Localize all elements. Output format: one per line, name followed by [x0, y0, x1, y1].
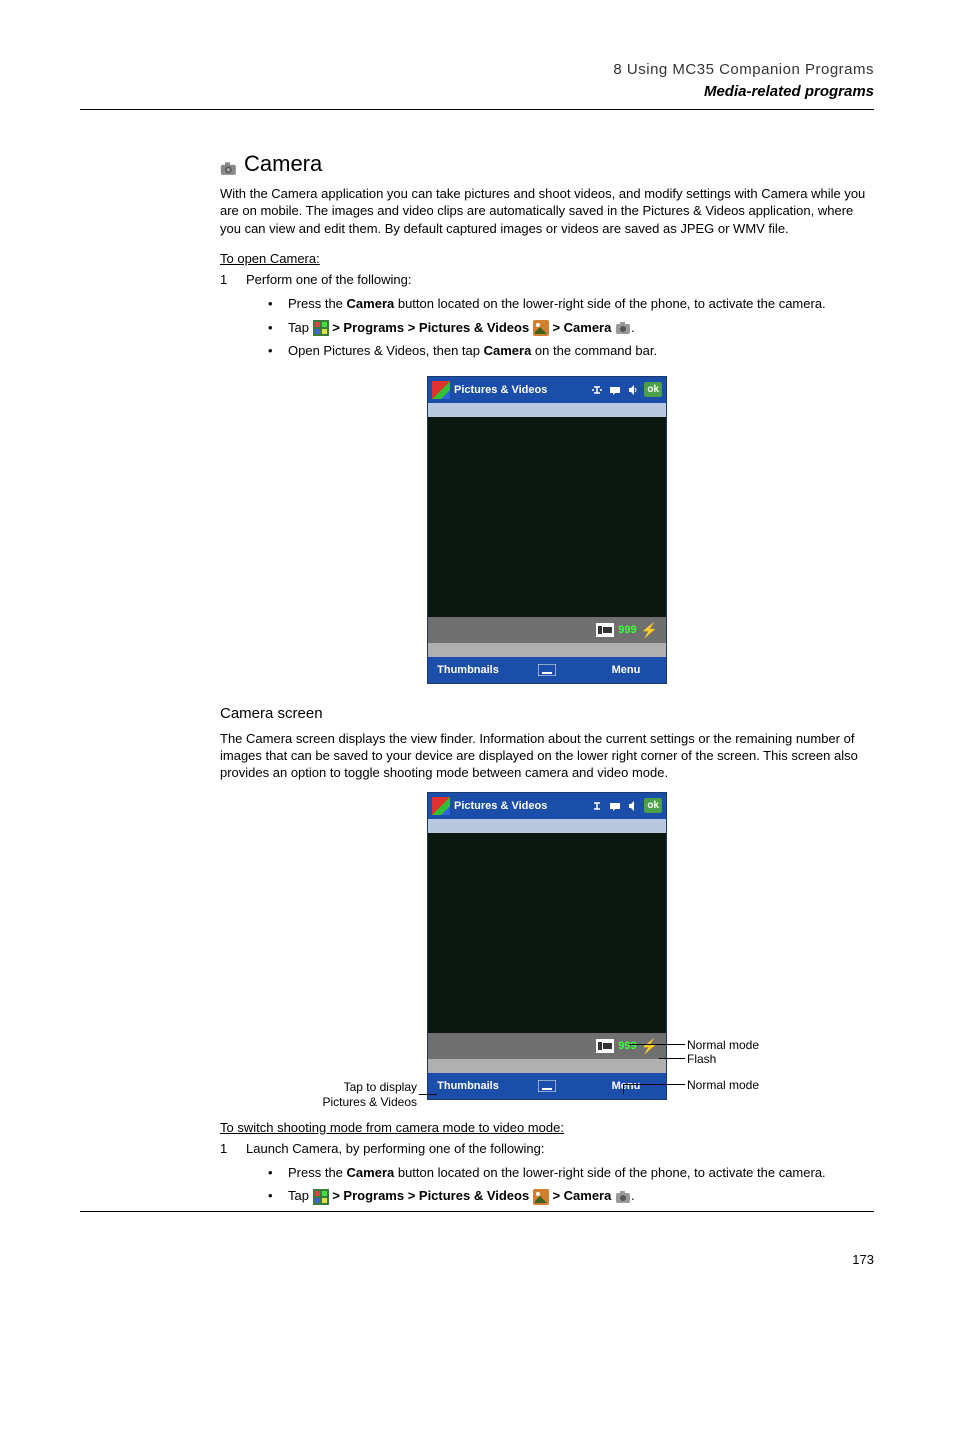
page-header: 8 Using MC35 Companion Programs Media-re… [80, 60, 874, 101]
footer-rule [80, 1211, 874, 1212]
screenshot-1-wrap: Pictures & Videos ok 999 ⚡ [220, 376, 874, 684]
mode-indicator-icon [596, 623, 614, 637]
open-camera-label: To open Camera: [220, 251, 874, 268]
main-content: Camera With the Camera application you c… [220, 150, 874, 1205]
keyboard-icon [508, 663, 586, 677]
bullet-open-pictures: Open Pictures & Videos, then tap Camera … [268, 342, 874, 360]
remaining-count: 999 [618, 623, 636, 637]
ok-button: ok [644, 382, 662, 397]
step-number: 1 [220, 272, 246, 289]
ss2-title: Pictures & Videos [454, 799, 547, 813]
ann-flash: Flash [687, 1052, 716, 1068]
remaining-count: 999 [618, 1039, 636, 1053]
camera-small-icon [615, 1189, 631, 1205]
camera-icon [220, 156, 240, 172]
start-flag-icon [313, 320, 329, 336]
start-icon [432, 797, 450, 815]
ss2-menubar: Thumbnails Menu [428, 1073, 666, 1099]
pictures-videos-icon [533, 320, 549, 336]
switch-mode-label: To switch shooting mode from camera mode… [220, 1120, 874, 1137]
step-number: 1 [220, 1141, 246, 1158]
mode-indicator-icon [596, 1039, 614, 1053]
connectivity-icon [590, 799, 604, 813]
bullet-switch-tap: Tap > Programs > Pictures & Videos > Cam… [268, 1187, 874, 1205]
switch-bullets: Press the Camera button located on the l… [268, 1164, 874, 1205]
bullet-tap-programs: Tap > Programs > Pictures & Videos > Cam… [268, 319, 874, 337]
ss2-titlebar: Pictures & Videos ok [428, 793, 666, 819]
start-flag-icon [313, 1189, 329, 1205]
ann-line-normal [629, 1044, 685, 1045]
keyboard-icon [508, 1079, 586, 1093]
bullet-switch-press: Press the Camera button located on the l… [268, 1164, 874, 1182]
message-icon [608, 799, 622, 813]
ss1-gap [428, 643, 666, 657]
volume-icon [626, 799, 640, 813]
ann-line-flash [659, 1058, 685, 1059]
ann-normal-mode-2: Normal mode [687, 1078, 759, 1094]
step-text: Perform one of the following: [246, 272, 411, 287]
ss1-titlebar: Pictures & Videos ok [428, 377, 666, 403]
bullet-press-camera: Press the Camera button located on the l… [268, 295, 874, 313]
thumbnails-button: Thumbnails [428, 1079, 508, 1093]
start-icon [432, 381, 450, 399]
ss2-viewfinder [428, 833, 666, 1033]
camera-heading-text: Camera [244, 150, 322, 179]
chapter-title: 8 Using MC35 Companion Programs [80, 60, 874, 80]
ss2-toolbar [428, 819, 666, 833]
step-1-open: 1Perform one of the following: [220, 272, 874, 289]
section-title: Media-related programs [80, 82, 874, 102]
ann-line-left [419, 1094, 437, 1095]
ss1-toolbar [428, 403, 666, 417]
menu-button: Menu [586, 1079, 666, 1093]
ss1-title: Pictures & Videos [454, 383, 547, 397]
page-number: 173 [80, 1252, 874, 1269]
camera-heading: Camera [220, 150, 874, 179]
menu-button: Menu [586, 663, 666, 677]
flash-icon: ⚡ [641, 1037, 658, 1055]
ss2-statusbar: 999 ⚡ [428, 1033, 666, 1059]
ss1-menubar: Thumbnails Menu [428, 657, 666, 683]
camera-screenshot-1: Pictures & Videos ok 999 ⚡ [427, 376, 667, 684]
thumbnails-button: Thumbnails [428, 663, 508, 677]
camera-small-icon [615, 320, 631, 336]
open-bullets: Press the Camera button located on the l… [268, 295, 874, 360]
ann-tap-display: Tap to display Pictures & Videos [297, 1080, 417, 1111]
volume-icon [626, 383, 640, 397]
camera-screen-paragraph: The Camera screen displays the view find… [220, 731, 874, 782]
camera-screen-subheading: Camera screen [220, 704, 874, 724]
ok-button: ok [644, 798, 662, 813]
pictures-videos-icon [533, 1189, 549, 1205]
ss1-viewfinder [428, 417, 666, 617]
step-text: Launch Camera, by performing one of the … [246, 1141, 544, 1156]
connectivity-icon [590, 383, 604, 397]
intro-paragraph: With the Camera application you can take… [220, 185, 874, 238]
ss2-gap [428, 1059, 666, 1073]
header-rule [80, 109, 874, 110]
ss1-statusbar: 999 ⚡ [428, 617, 666, 643]
message-icon [608, 383, 622, 397]
ann-line-normal2v [623, 1084, 624, 1094]
ann-line-normal2 [623, 1084, 685, 1085]
step-1-switch: 1Launch Camera, by performing one of the… [220, 1141, 874, 1158]
flash-icon: ⚡ [641, 621, 658, 639]
camera-screenshot-2: Pictures & Videos ok 999 ⚡ [427, 792, 667, 1100]
screenshot-2-wrap: Pictures & Videos ok 999 ⚡ [220, 792, 874, 1100]
